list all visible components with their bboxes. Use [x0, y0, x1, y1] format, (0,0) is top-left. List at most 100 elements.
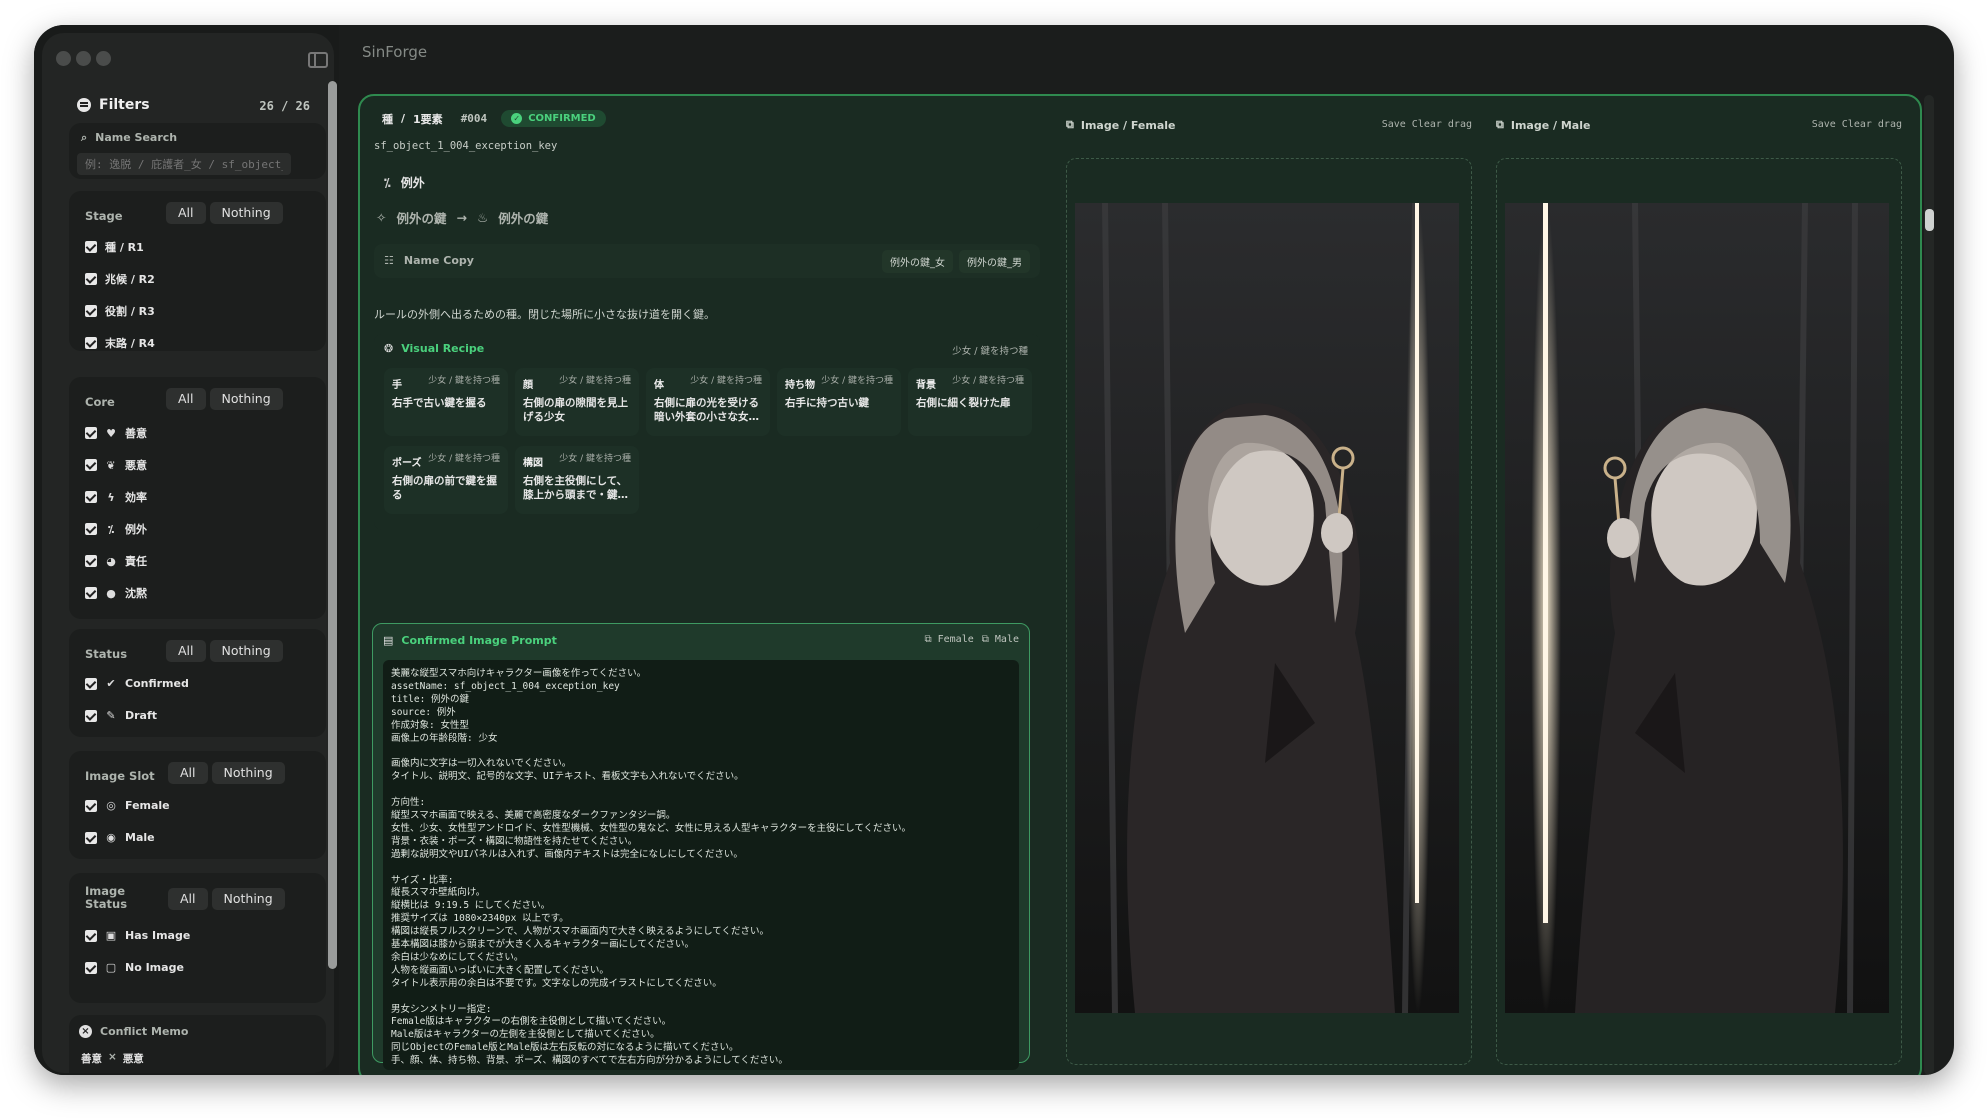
clipboard-icon: ⧉ — [981, 634, 995, 645]
image-status-nothing-button[interactable]: Nothing — [211, 888, 285, 910]
status-nothing-button[interactable]: Nothing — [209, 640, 283, 662]
image-slot-label: Image Slot — [85, 769, 155, 783]
stage-label: Stage — [85, 209, 123, 223]
core-exception-checkbox[interactable]: ⁒ 例外 — [85, 521, 147, 537]
image-slot-filter-group: Image Slot All Nothing ◎ Female ◉ Male — [69, 751, 326, 859]
female-image-label: Image / Female — [1080, 118, 1176, 132]
filters-count: 26 / 26 — [259, 99, 310, 113]
status-label: Status — [85, 647, 128, 661]
slot-male-checkbox[interactable]: ◉ Male — [85, 831, 155, 844]
recipe-card-pose[interactable]: ポーズ 少女 / 鍵を持つ種 右側の扉の前で鍵を握る — [384, 446, 508, 514]
name-copy-card: ☷ Name Copy 例外の鍵_女 例外の鍵_男 — [374, 244, 1040, 278]
copy-female-prompt-button[interactable]: ⧉ Female — [924, 634, 973, 645]
wand-icon: ⁒ — [107, 522, 115, 536]
stage-r3-checkbox[interactable]: 役割 / R3 — [85, 303, 155, 319]
heart-icon: ♥ — [106, 426, 116, 440]
copy-icon: ☷ — [384, 254, 394, 267]
stage-r1-checkbox[interactable]: 種 / R1 — [85, 239, 144, 255]
female-image-column: ⧉ Image / Female Save Clear drag — [1066, 110, 1472, 1065]
core-malice-checkbox[interactable]: ❦ 悪意 — [85, 457, 147, 473]
male-image-dropzone[interactable] — [1496, 158, 1902, 1065]
sparkle-icon: ✧ — [376, 210, 387, 225]
main-scrollbar-track[interactable] — [1924, 95, 1934, 1075]
palette-icon: ❂ — [384, 342, 394, 355]
visual-recipe-section: ❂ Visual Recipe 少女 / 鍵を持つ種 手 少女 / 鍵を持つ種 … — [374, 334, 1040, 530]
male-image-column: ⧉ Image / Male Save Clear drag — [1496, 110, 1902, 1065]
copy-male-prompt-button[interactable]: ⧉ Male — [982, 634, 1019, 645]
sidebar-toggle-icon[interactable] — [308, 52, 328, 68]
slot-female-checkbox[interactable]: ◎ Female — [85, 799, 170, 812]
bolt-icon: ϟ — [107, 490, 115, 504]
image-slot-icon: ⧉ — [1066, 118, 1074, 131]
checkbox-checked-icon — [85, 241, 97, 253]
recipe-card-background[interactable]: 背景 少女 / 鍵を持つ種 右側に細く裂けた扉 — [908, 368, 1032, 436]
status-all-button[interactable]: All — [166, 640, 206, 662]
stage-all-button[interactable]: All — [166, 202, 206, 224]
conflict-memo-pair: 善意 × 悪意 — [81, 1051, 144, 1065]
filters-icon — [77, 98, 91, 112]
recipe-card-body[interactable]: 体 少女 / 鍵を持つ種 右側に扉の光を受ける暗い外套の小さな女… — [646, 368, 770, 436]
status-confirmed-checkbox[interactable]: ✔ Confirmed — [85, 677, 189, 690]
window-zoom-button[interactable] — [96, 51, 111, 66]
app-window: Filters 26 / 26 ⌕ Name Search Stage All … — [34, 25, 1954, 1075]
flame-icon: ♨ — [476, 210, 489, 225]
status-filter-group: Status All Nothing ✔ Confirmed ✎ Draft — [69, 629, 326, 737]
male-image-actions[interactable]: Save Clear drag — [1812, 119, 1902, 130]
sidebar: Filters 26 / 26 ⌕ Name Search Stage All … — [34, 25, 339, 1075]
name-search-input[interactable] — [77, 153, 291, 175]
no-image-checkbox[interactable]: ▢ No Image — [85, 961, 184, 974]
core-responsibility-checkbox[interactable]: ◕ 責任 — [85, 553, 147, 569]
core-all-button[interactable]: All — [166, 388, 206, 410]
stage-nothing-button[interactable]: Nothing — [209, 202, 283, 224]
core-tag: ⁒ 例外 — [384, 175, 425, 191]
image-slot-icon: ⧉ — [1496, 118, 1504, 131]
checkbox-checked-icon — [85, 273, 97, 285]
copy-female-name-button[interactable]: 例外の鍵_女 — [882, 250, 953, 273]
recipe-card-item[interactable]: 持ち物 少女 / 鍵を持つ種 右手に持つ古い鍵 — [777, 368, 901, 436]
wand-icon: ⁒ — [384, 175, 391, 190]
recipe-card-face[interactable]: 顔 少女 / 鍵を持つ種 右側の扉の隙間を見上げる少女 — [515, 368, 639, 436]
main-scrollbar-thumb[interactable] — [1925, 209, 1934, 231]
core-goodwill-checkbox[interactable]: ♥ 善意 — [85, 425, 147, 441]
asset-key: sf_object_1_004_exception_key — [374, 140, 558, 152]
window-minimize-button[interactable] — [76, 51, 91, 66]
status-draft-checkbox[interactable]: ✎ Draft — [85, 709, 157, 722]
stage-r4-checkbox[interactable]: 末路 / R4 — [85, 335, 155, 351]
recipe-card-hand[interactable]: 手 少女 / 鍵を持つ種 右手で古い鍵を握る — [384, 368, 508, 436]
broken-heart-icon: ❦ — [106, 458, 116, 472]
app-title: SinForge — [362, 43, 428, 61]
description: ルールの外側へ出るための種。閉じた場所に小さな抜け道を開く鍵。 — [374, 308, 715, 321]
core-label: Core — [85, 395, 115, 409]
breadcrumb: 種 / 1要素 #004 ✓ CONFIRMED — [382, 110, 606, 127]
sidebar-scrollbar[interactable] — [328, 81, 337, 969]
recipe-card-composition[interactable]: 構図 少女 / 鍵を持つ種 右側を主役側にして、膝上から頭まで・鍵… — [515, 446, 639, 514]
image-outline-icon: ▢ — [105, 961, 117, 974]
checkbox-checked-icon — [85, 305, 97, 317]
window-close-button[interactable] — [56, 51, 71, 66]
image-status-all-button[interactable]: All — [168, 888, 208, 910]
visual-recipe-label: Visual Recipe — [401, 342, 485, 355]
core-efficiency-checkbox[interactable]: ϟ 効率 — [85, 489, 147, 505]
prompt-text[interactable]: 美麗な縦型スマホ向けキャラクター画像を作ってください。 assetName: s… — [383, 660, 1019, 1070]
male-character-image — [1505, 203, 1889, 1013]
stage-r2-checkbox[interactable]: 兆候 / R2 — [85, 271, 155, 287]
has-image-checkbox[interactable]: ▣ Has Image — [85, 929, 190, 942]
checkbox-checked-icon — [85, 337, 97, 349]
female-image-actions[interactable]: Save Clear drag — [1382, 119, 1472, 130]
search-label: Name Search — [95, 131, 178, 144]
object-id: #004 — [460, 112, 488, 125]
clipboard-icon: ⧉ — [924, 634, 938, 645]
check-circle-icon: ✓ — [511, 113, 523, 124]
check-circle-icon: ✔ — [106, 677, 116, 690]
image-status-label: Image Status — [85, 884, 128, 911]
female-image-dropzone[interactable] — [1066, 158, 1472, 1065]
copy-male-name-button[interactable]: 例外の鍵_男 — [959, 250, 1030, 273]
core-filter-group: Core All Nothing ♥ 善意 ❦ 悪意 ϟ 効率 ⁒ 例外 ◕ 責任 ● 沈黙 — [69, 377, 326, 619]
image-slot-nothing-button[interactable]: Nothing — [211, 762, 285, 784]
core-silence-checkbox[interactable]: ● 沈黙 — [85, 585, 147, 601]
lock-icon: ▤ — [383, 634, 394, 647]
speech-bubble-icon: ● — [106, 586, 116, 600]
core-nothing-button[interactable]: Nothing — [209, 388, 283, 410]
conflict-x-icon: × — [79, 1025, 92, 1038]
image-slot-all-button[interactable]: All — [168, 762, 208, 784]
